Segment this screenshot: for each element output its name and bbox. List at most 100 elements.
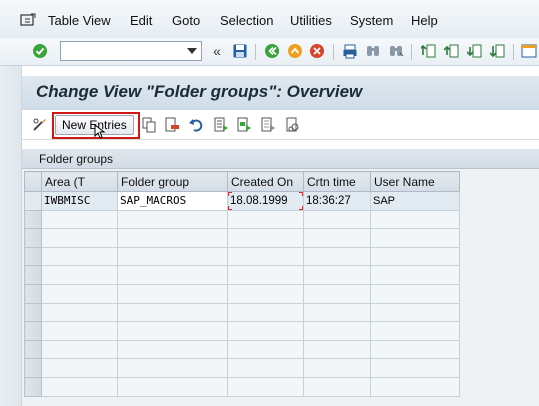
nav-collapse-icon[interactable]: « bbox=[208, 42, 226, 60]
menu-table-view[interactable]: Table View bbox=[48, 13, 111, 28]
print-field-list-icon[interactable] bbox=[285, 117, 301, 133]
empty-cell[interactable] bbox=[303, 358, 371, 378]
empty-cell[interactable] bbox=[370, 358, 460, 378]
empty-cell[interactable] bbox=[370, 209, 460, 230]
empty-cell[interactable] bbox=[303, 321, 371, 341]
undo-change-icon[interactable] bbox=[188, 117, 204, 133]
empty-cell[interactable] bbox=[303, 246, 371, 267]
empty-cell[interactable] bbox=[117, 302, 228, 323]
empty-cell[interactable] bbox=[227, 358, 304, 378]
menu-system[interactable]: System bbox=[350, 13, 393, 28]
empty-cell[interactable] bbox=[303, 376, 371, 397]
row-selector[interactable] bbox=[24, 302, 42, 323]
menu-icon[interactable] bbox=[20, 13, 36, 27]
empty-cell[interactable] bbox=[227, 339, 304, 360]
row-selector[interactable] bbox=[24, 265, 42, 285]
exit-icon[interactable] bbox=[286, 42, 304, 60]
chevron-down-icon[interactable] bbox=[185, 42, 199, 60]
column-header-user-name[interactable]: User Name bbox=[370, 171, 460, 192]
first-page-icon[interactable] bbox=[420, 42, 438, 60]
command-field[interactable] bbox=[60, 41, 202, 61]
menu-utilities[interactable]: Utilities bbox=[290, 13, 332, 28]
empty-cell[interactable] bbox=[303, 302, 371, 323]
empty-cell[interactable] bbox=[41, 265, 118, 285]
select-block-icon[interactable] bbox=[236, 117, 252, 133]
empty-cell[interactable] bbox=[303, 339, 371, 360]
save-icon[interactable] bbox=[231, 42, 249, 60]
deselect-all-icon[interactable] bbox=[260, 117, 276, 133]
empty-cell[interactable] bbox=[41, 228, 118, 248]
row-selector[interactable] bbox=[24, 191, 42, 211]
empty-cell[interactable] bbox=[370, 376, 460, 397]
find-next-icon[interactable] bbox=[387, 42, 405, 60]
empty-cell[interactable] bbox=[227, 321, 304, 341]
enter-check-icon[interactable] bbox=[31, 42, 49, 60]
column-header-crtn-time[interactable]: Crtn time bbox=[303, 171, 371, 192]
empty-cell[interactable] bbox=[41, 339, 118, 360]
copy-as-icon[interactable] bbox=[141, 117, 157, 133]
row-selector[interactable] bbox=[24, 321, 42, 341]
empty-cell[interactable] bbox=[117, 339, 228, 360]
empty-cell[interactable] bbox=[370, 321, 460, 341]
empty-cell[interactable] bbox=[41, 246, 118, 267]
row-selector[interactable] bbox=[24, 209, 42, 230]
empty-cell[interactable] bbox=[227, 376, 304, 397]
row-selector[interactable] bbox=[24, 376, 42, 397]
empty-cell[interactable] bbox=[227, 302, 304, 323]
menu-goto[interactable]: Goto bbox=[172, 13, 200, 28]
empty-cell[interactable] bbox=[227, 246, 304, 267]
print-icon[interactable] bbox=[341, 42, 359, 60]
prev-page-icon[interactable] bbox=[443, 42, 461, 60]
display-change-icon[interactable] bbox=[32, 117, 48, 133]
empty-cell[interactable] bbox=[370, 283, 460, 304]
empty-cell[interactable] bbox=[227, 265, 304, 285]
empty-cell[interactable] bbox=[227, 228, 304, 248]
empty-cell[interactable] bbox=[370, 228, 460, 248]
menu-selection[interactable]: Selection bbox=[220, 13, 273, 28]
empty-cell[interactable] bbox=[370, 246, 460, 267]
menu-help[interactable]: Help bbox=[411, 13, 438, 28]
column-header-area[interactable]: Area (T bbox=[41, 171, 118, 192]
back-icon[interactable] bbox=[263, 42, 281, 60]
empty-cell[interactable] bbox=[117, 246, 228, 267]
empty-cell[interactable] bbox=[41, 302, 118, 323]
next-page-icon[interactable] bbox=[466, 42, 484, 60]
row-selector[interactable] bbox=[24, 283, 42, 304]
menu-edit[interactable]: Edit bbox=[130, 13, 152, 28]
row-selector[interactable] bbox=[24, 228, 42, 248]
empty-cell[interactable] bbox=[370, 339, 460, 360]
empty-cell[interactable] bbox=[303, 209, 371, 230]
empty-cell[interactable] bbox=[117, 376, 228, 397]
row-selector[interactable] bbox=[24, 358, 42, 378]
empty-cell[interactable] bbox=[41, 209, 118, 230]
empty-cell[interactable] bbox=[117, 358, 228, 378]
empty-cell[interactable] bbox=[303, 283, 371, 304]
select-all-rows-button[interactable] bbox=[24, 171, 42, 192]
empty-cell[interactable] bbox=[117, 283, 228, 304]
empty-cell[interactable] bbox=[41, 358, 118, 378]
column-header-created-on[interactable]: Created On bbox=[227, 171, 304, 192]
create-session-icon[interactable] bbox=[520, 42, 538, 60]
delete-icon[interactable] bbox=[164, 117, 180, 133]
empty-cell[interactable] bbox=[41, 283, 118, 304]
empty-cell[interactable] bbox=[227, 209, 304, 230]
cancel-icon[interactable] bbox=[308, 42, 326, 60]
empty-cell[interactable] bbox=[303, 228, 371, 248]
find-icon[interactable] bbox=[364, 42, 382, 60]
empty-cell[interactable] bbox=[117, 321, 228, 341]
empty-cell[interactable] bbox=[303, 265, 371, 285]
last-page-icon[interactable] bbox=[489, 42, 507, 60]
empty-cell[interactable] bbox=[41, 376, 118, 397]
column-header-folder-group[interactable]: Folder group bbox=[117, 171, 228, 192]
select-all-icon[interactable] bbox=[213, 117, 229, 133]
empty-cell[interactable] bbox=[370, 265, 460, 285]
row-selector[interactable] bbox=[24, 339, 42, 360]
empty-cell[interactable] bbox=[41, 321, 118, 341]
row-selector[interactable] bbox=[24, 246, 42, 267]
empty-cell[interactable] bbox=[117, 228, 228, 248]
empty-cell[interactable] bbox=[117, 209, 228, 230]
empty-cell[interactable] bbox=[370, 302, 460, 323]
empty-cell[interactable] bbox=[117, 265, 228, 285]
cell-folder-group[interactable]: SAP_MACROS bbox=[117, 191, 228, 211]
empty-cell[interactable] bbox=[227, 283, 304, 304]
